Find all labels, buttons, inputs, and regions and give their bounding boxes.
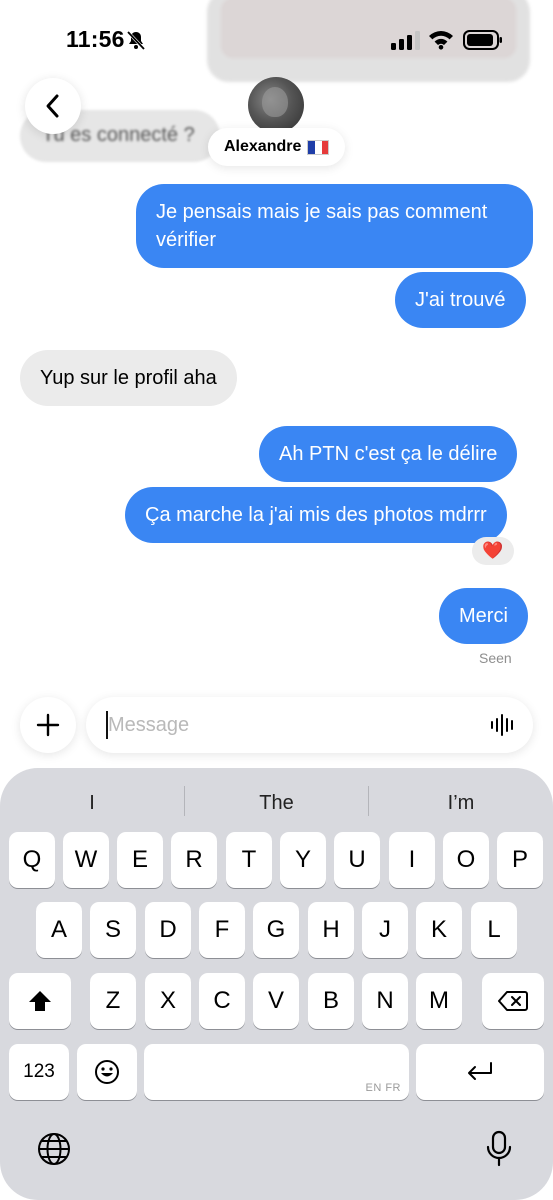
microphone-icon[interactable] [484, 1130, 514, 1168]
globe-icon[interactable] [36, 1131, 72, 1167]
key[interactable]: H [308, 902, 354, 958]
key[interactable]: O [443, 832, 489, 888]
key[interactable]: G [253, 902, 299, 958]
contact-avatar[interactable] [248, 77, 304, 133]
emoji-icon [95, 1060, 119, 1084]
backspace-icon [498, 991, 528, 1011]
battery-icon [463, 30, 502, 50]
contact-name-pill[interactable]: Alexandre [208, 128, 346, 166]
delete-key[interactable] [482, 973, 544, 1029]
shift-key[interactable] [9, 973, 71, 1029]
numbers-key[interactable]: 123 [9, 1044, 69, 1100]
key[interactable]: B [308, 973, 354, 1029]
key[interactable]: T [226, 832, 272, 888]
message-bubble-outgoing[interactable]: Ah PTN c'est ça le délire [259, 426, 518, 482]
message-bubble-outgoing[interactable]: Ça marche la j'ai mis des photos mdrrr [125, 487, 507, 543]
add-attachment-button[interactable] [20, 697, 76, 753]
waveform-icon[interactable] [489, 711, 517, 739]
return-key[interactable] [416, 1044, 544, 1100]
emoji-key[interactable] [77, 1044, 137, 1100]
heart-reaction[interactable]: ❤️ [472, 537, 514, 565]
key[interactable]: R [171, 832, 217, 888]
reaction-emoji: ❤️ [482, 541, 504, 560]
key[interactable]: L [471, 902, 517, 958]
chevron-left-icon [46, 94, 59, 118]
key[interactable]: V [253, 973, 299, 1029]
key[interactable]: S [90, 902, 136, 958]
space-language-label: EN FR [365, 1082, 401, 1094]
bell-muted-icon [126, 30, 146, 51]
key[interactable]: E [117, 832, 163, 888]
key[interactable]: C [199, 973, 245, 1029]
key[interactable]: F [199, 902, 245, 958]
shift-icon [29, 991, 51, 1011]
key[interactable]: Y [280, 832, 326, 888]
message-field[interactable] [86, 697, 533, 753]
return-icon [468, 1062, 492, 1080]
seen-indicator: Seen [479, 650, 512, 666]
message-bubble-outgoing[interactable]: J'ai trouvé [395, 272, 526, 328]
key[interactable]: M [416, 973, 462, 1029]
key[interactable]: U [334, 832, 380, 888]
key[interactable]: Q [9, 832, 55, 888]
keyboard: I The I’m Q W E R T Y U I O P A S D F G … [0, 768, 553, 1200]
key[interactable]: J [362, 902, 408, 958]
status-bar: 11:56 [0, 0, 553, 82]
suggestion[interactable]: The [185, 788, 368, 818]
plus-icon [36, 713, 60, 737]
message-bubble-outgoing[interactable]: Je pensais mais je sais pas comment véri… [136, 184, 533, 268]
suggestion[interactable]: I [0, 788, 184, 818]
back-button[interactable] [25, 78, 81, 134]
key[interactable]: K [416, 902, 462, 958]
france-flag-icon [307, 139, 330, 155]
key[interactable]: D [145, 902, 191, 958]
cellular-signal-icon [391, 31, 420, 50]
key[interactable]: X [145, 973, 191, 1029]
message-bubble-outgoing[interactable]: Merci [439, 588, 528, 644]
message-input[interactable] [108, 697, 468, 753]
key[interactable]: W [63, 832, 109, 888]
space-key[interactable]: EN FR [144, 1044, 409, 1100]
key[interactable]: I [389, 832, 435, 888]
key[interactable]: Z [90, 973, 136, 1029]
clock: 11:56 [66, 26, 125, 52]
message-bubble-incoming[interactable]: Yup sur le profil aha [20, 350, 237, 406]
key[interactable]: P [497, 832, 543, 888]
contact-name: Alexandre [224, 138, 302, 155]
wifi-icon [429, 31, 453, 50]
key[interactable]: A [36, 902, 82, 958]
suggestion[interactable]: I’m [369, 788, 553, 818]
key[interactable]: N [362, 973, 408, 1029]
